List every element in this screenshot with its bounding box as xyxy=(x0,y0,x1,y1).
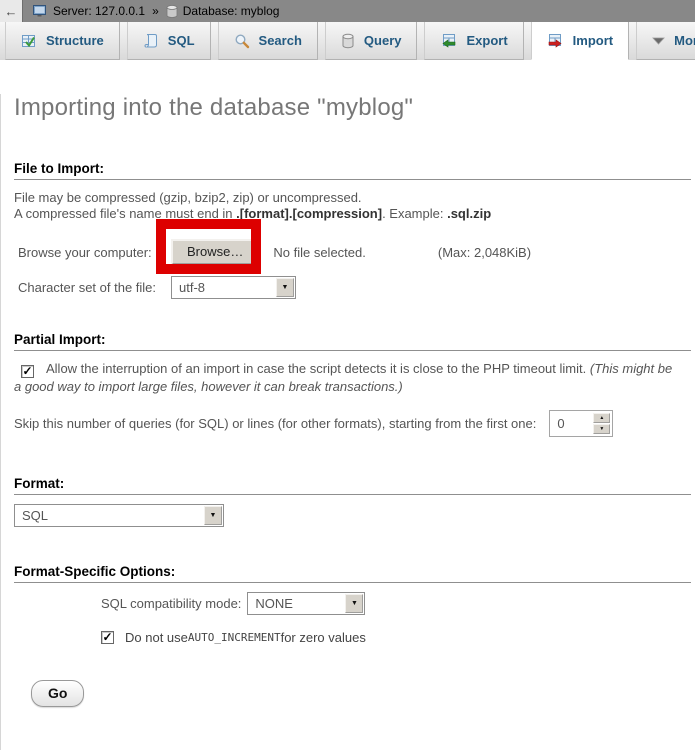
back-button[interactable]: ← xyxy=(0,0,23,22)
breadcrumb-server[interactable]: Server: 127.0.0.1 xyxy=(53,4,145,18)
browse-label: Browse your computer: xyxy=(18,245,171,260)
auto-increment-code: AUTO_INCREMENT xyxy=(188,631,281,644)
query-database-icon xyxy=(341,33,355,49)
skip-queries-row: Skip this number of queries (for SQL) or… xyxy=(14,410,695,437)
dropdown-arrow-icon[interactable]: ▼ xyxy=(345,594,363,613)
tab-label: Import xyxy=(573,33,613,48)
tab-export[interactable]: Export xyxy=(424,22,523,60)
skip-queries-input[interactable]: 0 ▲ ▼ xyxy=(549,410,613,437)
skip-queries-value: 0 xyxy=(552,416,593,431)
charset-select[interactable]: utf-8 ▼ xyxy=(171,276,296,299)
dropdown-arrow-icon[interactable]: ▼ xyxy=(204,506,222,525)
go-button[interactable]: Go xyxy=(31,680,84,707)
format-row: SQL ▼ xyxy=(14,504,695,527)
auto-increment-label-suffix: for zero values xyxy=(281,630,366,645)
dropdown-arrow-icon[interactable]: ▼ xyxy=(276,278,294,297)
auto-increment-label-prefix: Do not use xyxy=(125,630,188,645)
info-line2-mid: . Example: xyxy=(382,206,447,221)
auto-increment-checkbox[interactable]: ✓ xyxy=(101,631,114,644)
file-upload-row: Browse your computer: Browse… No file se… xyxy=(18,238,695,266)
allow-interruption-checkbox[interactable]: ✓ xyxy=(21,365,34,378)
breadcrumb-separator: » xyxy=(152,4,159,18)
skip-queries-label: Skip this number of queries (for SQL) or… xyxy=(14,416,536,431)
go-row: Go xyxy=(31,680,695,707)
max-upload-size: (Max: 2,048KiB) xyxy=(438,245,531,260)
database-icon xyxy=(166,5,178,18)
monitor-icon xyxy=(33,5,48,18)
sql-compatibility-label: SQL compatibility mode: xyxy=(101,596,241,611)
charset-selected-value: utf-8 xyxy=(172,280,212,295)
search-icon xyxy=(234,33,250,49)
charset-label: Character set of the file: xyxy=(18,280,171,295)
allow-interruption-row: ✓ Allow the interruption of an import in … xyxy=(14,360,682,395)
info-line1: File may be compressed (gzip, bzip2, zip… xyxy=(14,190,362,205)
sql-compatibility-row: SQL compatibility mode: NONE ▼ xyxy=(101,592,695,615)
section-heading-partial-import: Partial Import: xyxy=(14,332,691,351)
tab-label: More xyxy=(674,33,695,48)
tab-label: Structure xyxy=(46,33,104,48)
sql-compatibility-value: NONE xyxy=(248,596,300,611)
info-line2-prefix: A compressed file's name must end in xyxy=(14,206,236,221)
import-icon xyxy=(547,33,564,49)
import-page: Importing into the database "myblog" Fil… xyxy=(0,94,695,750)
section-heading-format-specific: Format-Specific Options: xyxy=(14,564,691,583)
charset-row: Character set of the file: utf-8 ▼ xyxy=(18,276,695,299)
breadcrumb-database[interactable]: Database: myblog xyxy=(183,4,280,18)
tab-sql[interactable]: SQL xyxy=(127,22,211,60)
breadcrumb: Server: 127.0.0.1 » Database: myblog xyxy=(33,4,279,18)
tab-import[interactable]: Import xyxy=(531,22,629,60)
info-example: .sql.zip xyxy=(447,206,491,221)
sql-document-icon xyxy=(143,33,159,49)
spin-down-icon[interactable]: ▼ xyxy=(593,424,610,434)
tab-more[interactable]: More xyxy=(636,22,695,60)
tab-bar: Structure SQL Search Query xyxy=(0,22,695,60)
tab-label: SQL xyxy=(168,33,195,48)
chevron-down-icon xyxy=(652,37,665,45)
tab-label: Query xyxy=(364,33,402,48)
no-file-selected-text: No file selected. xyxy=(273,245,366,260)
section-heading-file-to-import: File to Import: xyxy=(14,161,691,180)
spin-up-icon[interactable]: ▲ xyxy=(593,413,610,423)
tab-structure[interactable]: Structure xyxy=(5,22,120,60)
tab-label: Export xyxy=(466,33,507,48)
info-format-pattern: .[format].[compression] xyxy=(236,206,382,221)
auto-increment-row: ✓ Do not use AUTO_INCREMENT for zero valu… xyxy=(101,630,695,645)
structure-table-icon xyxy=(21,33,37,49)
tab-search[interactable]: Search xyxy=(218,22,318,60)
format-selected-value: SQL xyxy=(15,508,55,523)
browse-button[interactable]: Browse… xyxy=(171,239,259,265)
allow-interruption-label: Allow the interruption of an import in c… xyxy=(46,361,586,376)
export-icon xyxy=(440,33,457,49)
format-select[interactable]: SQL ▼ xyxy=(14,504,224,527)
breadcrumb-bar: ← Server: 127.0.0.1 » Database: myblog xyxy=(0,0,695,22)
page-title: Importing into the database "myblog" xyxy=(14,94,695,122)
section-heading-format: Format: xyxy=(14,476,691,495)
sql-compatibility-select[interactable]: NONE ▼ xyxy=(247,592,365,615)
compression-info: File may be compressed (gzip, bzip2, zip… xyxy=(14,190,695,222)
tab-query[interactable]: Query xyxy=(325,22,418,60)
tab-label: Search xyxy=(259,33,302,48)
